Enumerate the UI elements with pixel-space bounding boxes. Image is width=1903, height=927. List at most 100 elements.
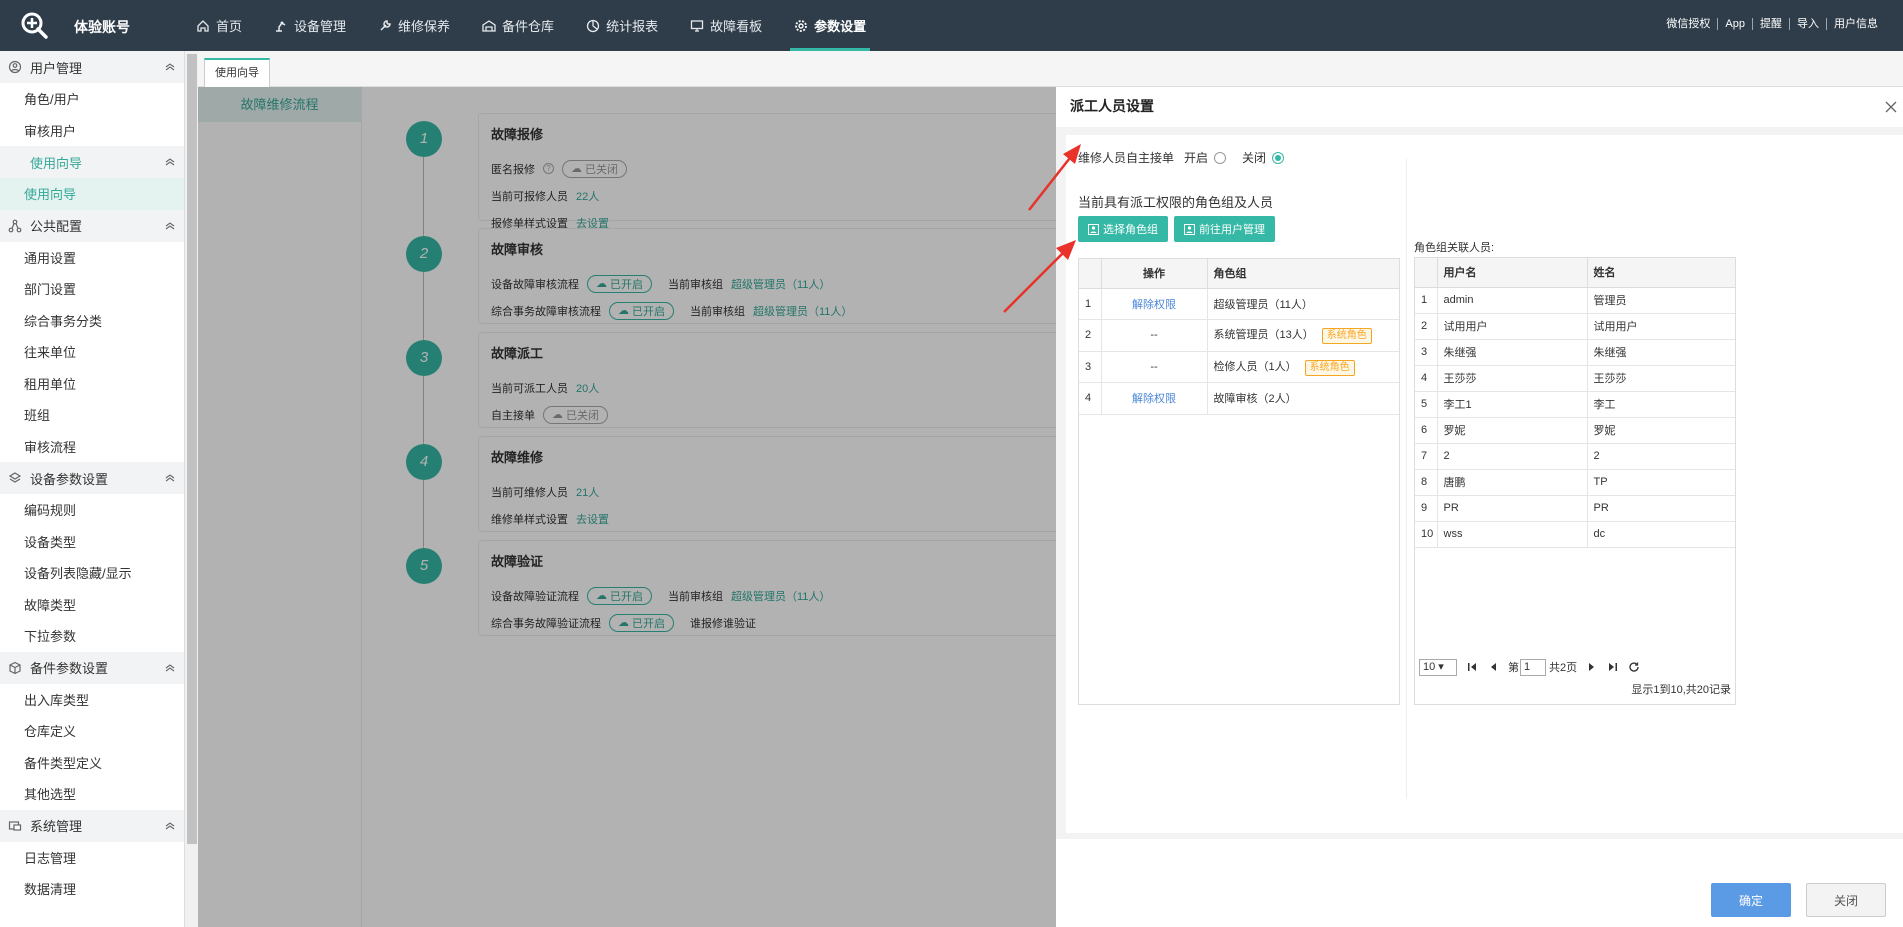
sidebar-item[interactable]: 故障类型	[0, 588, 184, 620]
sidebar-item[interactable]: 租用单位	[0, 367, 184, 399]
name-cell: 管理员	[1587, 287, 1735, 314]
table-row[interactable]: 2 试用用户 试用用户	[1415, 313, 1735, 340]
scrollbar-thumb[interactable]	[187, 54, 197, 844]
row-index: 3	[1415, 339, 1438, 366]
tab-bar: 使用向导	[198, 51, 1903, 87]
sidebar-item[interactable]: 通用设置	[0, 241, 184, 273]
user-table-header	[1415, 258, 1438, 288]
sidebar-item[interactable]: 下拉参数	[0, 620, 184, 652]
row-index: 9	[1415, 495, 1438, 522]
table-row[interactable]: 8 唐鹏 TP	[1415, 469, 1735, 496]
table-row[interactable]: 6 罗妮 罗妮	[1415, 417, 1735, 444]
page-size-select[interactable]: 10 ▾	[1419, 658, 1457, 676]
sidebar-group-2[interactable]: 公共配置	[0, 209, 184, 242]
row-index: 8	[1415, 469, 1438, 496]
option-label: 维修人员自主接单	[1078, 151, 1175, 165]
table-row[interactable]: 9 PR PR	[1415, 495, 1735, 522]
tab-usage-guide[interactable]: 使用向导	[204, 58, 270, 87]
table-row[interactable]: 1 admin 管理员	[1415, 287, 1735, 314]
close-icon[interactable]	[1885, 101, 1897, 113]
row-index: 1	[1079, 288, 1102, 320]
role-cell: 故障审核（2人）	[1207, 382, 1399, 415]
sidebar-group-1[interactable]: 使用向导	[0, 146, 184, 178]
revoke-permission-link[interactable]: 解除权限	[1101, 382, 1208, 415]
sidebar-item[interactable]: 仓库定义	[0, 715, 184, 747]
table-row[interactable]: 722	[1415, 443, 1735, 470]
row-op: --	[1101, 319, 1208, 352]
sidebar-item[interactable]: 设备类型	[0, 525, 184, 557]
nav-item-2[interactable]: 维修保养	[362, 0, 466, 51]
nav-item-4[interactable]: 统计报表	[570, 0, 674, 51]
sidebar-item[interactable]: 部门设置	[0, 273, 184, 305]
sidebar-item[interactable]: 班组	[0, 399, 184, 431]
row-index: 6	[1415, 417, 1438, 444]
top-link-2[interactable]: 提醒	[1752, 18, 1789, 30]
sidebar-item[interactable]: 审核流程	[0, 430, 184, 462]
revoke-permission-link[interactable]: 解除权限	[1101, 288, 1208, 320]
top-link-3[interactable]: 导入	[1789, 18, 1826, 30]
sidebar-item[interactable]: 日志管理	[0, 841, 184, 873]
table-row[interactable]: 10 wss dc	[1415, 521, 1735, 548]
sidebar-item[interactable]: 使用向导	[0, 178, 184, 210]
row-index: 2	[1415, 313, 1438, 340]
sidebar-item[interactable]: 出入库类型	[0, 683, 184, 715]
system-icon	[8, 820, 22, 831]
sidebar-item[interactable]: 编码规则	[0, 494, 184, 526]
user-icon	[8, 60, 22, 74]
select-role-button[interactable]: 选择角色组	[1078, 216, 1168, 242]
table-row: 2 -- 系统管理员（13人） 系统角色	[1079, 319, 1399, 352]
username-cell: 朱继强	[1437, 339, 1588, 366]
nav-item-0[interactable]: 首页	[180, 0, 258, 51]
role-table-header	[1079, 259, 1102, 289]
top-link-1[interactable]: App	[1717, 18, 1752, 30]
top-link-4[interactable]: 用户信息	[1826, 18, 1885, 30]
row-index: 3	[1079, 351, 1102, 383]
select-role-label: 选择角色组	[1103, 224, 1158, 236]
username-cell: PR	[1437, 495, 1588, 522]
chevron-up-icon	[165, 63, 175, 71]
sidebar-item[interactable]: 审核用户	[0, 114, 184, 146]
user-table-header: 姓名	[1587, 258, 1735, 288]
sidebar-item[interactable]: 数据清理	[0, 873, 184, 905]
role-name: 故障审核（2人）	[1213, 393, 1297, 406]
nav-item-6[interactable]: 参数设置	[778, 0, 882, 51]
table-row[interactable]: 5 李工1 李工	[1415, 391, 1735, 418]
robot-arm-icon	[276, 21, 286, 32]
sidebar-item[interactable]: 备件类型定义	[0, 746, 184, 778]
sidebar-item[interactable]: 角色/用户	[0, 83, 184, 115]
box-icon	[9, 661, 21, 674]
radio-on[interactable]	[1214, 151, 1227, 164]
user-table-label: 角色组关联人员:	[1414, 242, 1495, 254]
prev-page-icon[interactable]	[1487, 661, 1499, 673]
nav-item-3[interactable]: 备件仓库	[466, 0, 570, 51]
sidebar-scrollbar[interactable]	[184, 51, 198, 927]
page-input[interactable]: 1	[1520, 658, 1546, 676]
nav-item-5[interactable]: 故障看板	[674, 0, 778, 51]
table-row[interactable]: 3 朱继强 朱继强	[1415, 339, 1735, 366]
confirm-button[interactable]: 确定	[1711, 883, 1791, 917]
role-cell: 超级管理员（11人）	[1207, 288, 1399, 320]
radio-off[interactable]	[1272, 151, 1285, 164]
divider	[1406, 159, 1407, 799]
sidebar-group-label: 设备参数设置	[30, 471, 109, 487]
first-page-icon[interactable]	[1466, 661, 1478, 673]
sidebar-item[interactable]: 往来单位	[0, 336, 184, 368]
chevron-up-icon	[165, 474, 175, 482]
sidebar-group-3[interactable]: 设备参数设置	[0, 462, 184, 494]
refresh-icon[interactable]	[1628, 661, 1640, 673]
next-page-icon[interactable]	[1586, 661, 1598, 673]
sidebar-item[interactable]: 设备列表隐藏/显示	[0, 557, 184, 589]
user-management-button[interactable]: 前往用户管理	[1174, 216, 1275, 242]
nav-item-1[interactable]: 设备管理	[258, 0, 362, 51]
sidebar-group-5[interactable]: 系统管理	[0, 809, 184, 842]
sidebar-group-0[interactable]: 用户管理	[0, 51, 184, 83]
sidebar-item[interactable]: 综合事务分类	[0, 304, 184, 336]
top-link-0[interactable]: 微信授权	[1659, 18, 1717, 30]
nav-label: 设备管理	[294, 19, 347, 34]
close-button[interactable]: 关闭	[1806, 883, 1886, 917]
table-row[interactable]: 4 王莎莎 王莎莎	[1415, 365, 1735, 392]
sidebar-item[interactable]: 其他选型	[0, 778, 184, 810]
sidebar-group-4[interactable]: 备件参数设置	[0, 651, 184, 684]
drawer-body: 维修人员自主接单 开启 关闭 当前具有派工权限的角色组及人员 选择角色组 前往用…	[1066, 135, 1903, 833]
last-page-icon[interactable]	[1607, 661, 1619, 673]
